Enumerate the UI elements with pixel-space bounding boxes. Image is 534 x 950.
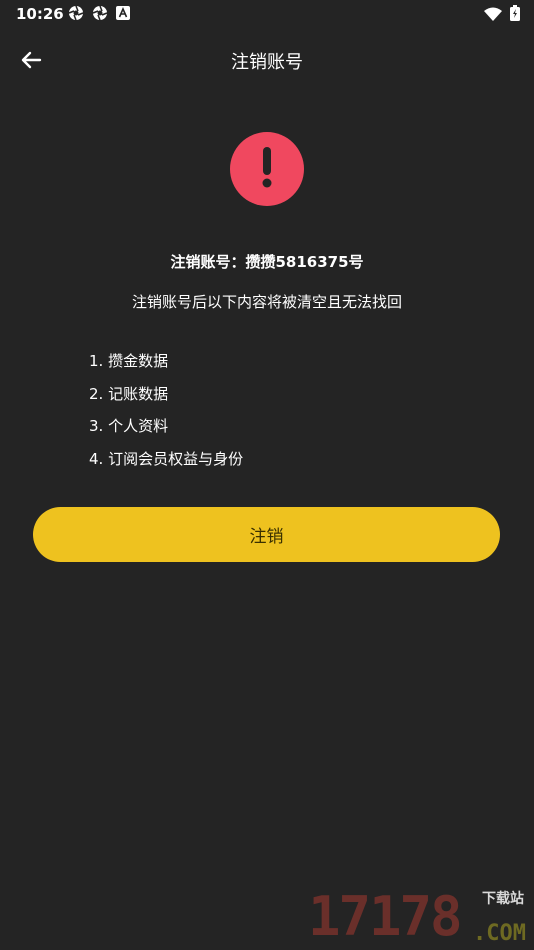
- font-a-icon: [116, 5, 132, 21]
- status-icons-left: [68, 5, 132, 21]
- status-time: 10:26: [16, 5, 64, 23]
- warning-text: 注销账号后以下内容将被清空且无法找回: [131, 293, 402, 311]
- status-icons-right: [484, 5, 520, 25]
- battery-charging-icon: [510, 5, 520, 25]
- list-item: 3. 个人资料: [89, 417, 169, 435]
- watermark-digits: 17178: [308, 885, 463, 948]
- status-bar: 10:26: [0, 0, 534, 28]
- list-item: 1. 攒金数据: [89, 352, 169, 370]
- aperture-icon: [68, 5, 84, 21]
- account-id-text: 注销账号：攒攒5816375号: [170, 253, 364, 271]
- exclamation-icon: [257, 145, 277, 193]
- app-bar: 注销账号: [0, 36, 534, 82]
- watermark-logo: 17178 下载站 .COM: [308, 885, 528, 950]
- list-item: 2. 记账数据: [89, 384, 169, 403]
- watermark-cn: 下载站: [482, 891, 524, 907]
- watermark-com: .COM: [473, 921, 526, 946]
- list-item: 4. 订阅会员权益与身份: [89, 449, 244, 468]
- cleared-items-list: 1. 攒金数据 2. 记账数据 3. 个人资料 4. 订阅会员权益与身份: [89, 350, 243, 480]
- page-title: 注销账号: [231, 52, 303, 73]
- alert-badge: [230, 132, 304, 206]
- aperture-icon: [92, 5, 108, 21]
- deactivate-account-button[interactable]: 注销: [33, 507, 500, 562]
- wifi-icon: [484, 6, 502, 25]
